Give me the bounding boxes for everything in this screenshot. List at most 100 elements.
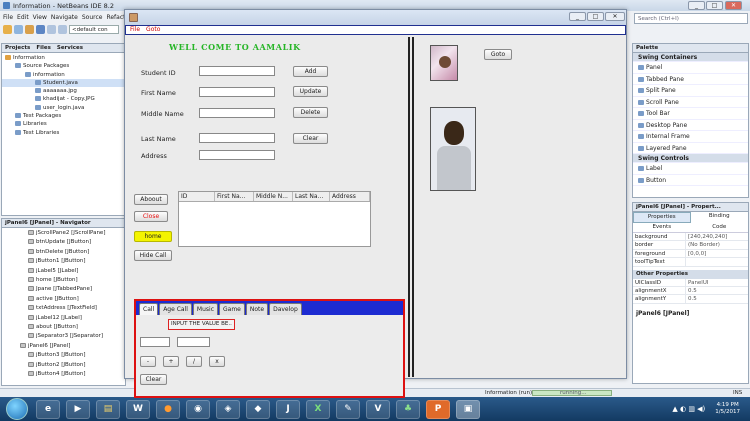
explorer-icon[interactable]: ▤ <box>96 399 120 419</box>
property-value[interactable]: 0.5 <box>685 286 748 295</box>
calc-op-button[interactable]: x <box>209 356 225 367</box>
tree-node[interactable]: Student.java <box>2 78 125 88</box>
navigator-item[interactable]: jButton2 [JButton] <box>2 361 125 370</box>
delete-button[interactable]: Delete <box>293 107 328 118</box>
about-button[interactable]: Aboout <box>134 194 168 205</box>
tab-services[interactable]: Services <box>57 45 83 51</box>
excel-icon[interactable]: X <box>306 399 330 419</box>
tree-node[interactable]: Test Packages <box>2 112 125 120</box>
app-close-button[interactable]: ✕ <box>605 12 625 21</box>
value-one-input[interactable] <box>140 337 170 347</box>
app-menu-file[interactable]: File <box>130 26 140 34</box>
navigator-item[interactable]: jButton3 [JButton] <box>2 351 125 360</box>
navigator-item[interactable]: jLabel5 [JLabel] <box>2 267 125 276</box>
middle-name-field[interactable] <box>199 108 275 118</box>
property-value[interactable]: 0.5 <box>685 295 748 303</box>
tree-node[interactable]: Test Libraries <box>2 129 125 137</box>
property-value[interactable]: [0,0,0] <box>685 249 748 258</box>
calc-op-button[interactable]: - <box>140 356 156 367</box>
tab-music[interactable]: Music <box>192 303 218 315</box>
tree-node[interactable]: user_login.java <box>2 104 125 112</box>
navigator-item[interactable]: home [JButton] <box>2 276 125 285</box>
ide-menu-view[interactable]: View <box>33 14 47 21</box>
media-icon[interactable]: ◉ <box>186 399 210 419</box>
property-row[interactable]: UIClassID PanelUI <box>633 278 748 287</box>
palette-item[interactable]: Tabbed Pane <box>633 74 748 85</box>
tree-node[interactable]: khadijat - Copy.JPG <box>2 95 125 103</box>
save-all-icon[interactable] <box>36 24 45 34</box>
ie-icon[interactable]: e <box>36 399 60 419</box>
value-two-input[interactable] <box>177 337 210 347</box>
open-project-icon[interactable] <box>25 24 34 34</box>
new-project-icon[interactable] <box>3 24 12 34</box>
navigator-item[interactable]: jSeparator3 [JSeparator] <box>2 332 125 341</box>
clear-button[interactable]: Clear <box>293 133 328 144</box>
paint-icon[interactable]: ✎ <box>336 399 360 419</box>
pdf-icon[interactable]: P <box>426 399 450 419</box>
tree-node[interactable]: information <box>2 71 125 79</box>
property-row[interactable]: foreground [0,0,0] <box>633 249 748 259</box>
calc-clear-button[interactable]: Clear <box>140 374 167 385</box>
palette-section-header[interactable]: Swing Controls <box>633 154 748 163</box>
table-column-header[interactable]: Address <box>330 192 370 201</box>
tree-node[interactable]: Information <box>2 54 125 62</box>
navigator-item[interactable]: jLabel12 [JLabel] <box>2 314 125 323</box>
address-field[interactable] <box>199 150 275 160</box>
tab-call[interactable]: Call <box>139 303 159 315</box>
navigator-item[interactable]: active [JButton] <box>2 295 125 304</box>
palette-item[interactable]: Panel <box>633 62 748 74</box>
property-row[interactable]: alignmentX 0.5 <box>633 286 748 296</box>
undo-icon[interactable] <box>47 24 56 34</box>
palette-item[interactable]: Button <box>633 175 748 186</box>
ide-menu-navigate[interactable]: Navigate <box>51 14 78 21</box>
palette-item[interactable]: Tool Bar <box>633 108 748 120</box>
last-name-field[interactable] <box>199 133 275 143</box>
ide-close-button[interactable]: ✕ <box>725 1 742 10</box>
property-value[interactable] <box>685 258 748 266</box>
add-button[interactable]: Add <box>293 66 328 77</box>
tab-age-call[interactable]: Age Call <box>159 303 192 315</box>
table-column-header[interactable]: ID <box>179 192 215 201</box>
table-column-header[interactable]: First Na... <box>215 192 254 201</box>
property-value[interactable]: [240,240,240] <box>685 233 748 241</box>
update-button[interactable]: Update <box>293 86 328 97</box>
navigator-item[interactable]: jButton1 [JButton] <box>2 257 125 266</box>
clock[interactable]: 4:19 PM 1/5/2017 <box>715 402 740 416</box>
tab-note[interactable]: Note <box>245 303 269 315</box>
property-row[interactable]: toolTipText <box>633 258 748 267</box>
tree-node[interactable]: aaaaaaa.jpg <box>2 87 125 95</box>
new-file-icon[interactable] <box>14 24 23 34</box>
start-button[interactable] <box>6 398 28 420</box>
ide-menu-file[interactable]: File <box>3 14 13 21</box>
table-column-header[interactable]: Middle N... <box>254 192 293 201</box>
hide-call-button[interactable]: Hide Call <box>134 250 172 261</box>
app-maximize-button[interactable]: □ <box>587 12 604 21</box>
navigator-item[interactable]: jPanel6 [JPanel] <box>2 342 125 351</box>
tree-node[interactable]: Libraries <box>2 120 125 128</box>
first-name-field[interactable] <box>199 87 275 97</box>
navigator-item[interactable]: Jpane [JTabbedPane] <box>2 285 125 294</box>
vb-icon[interactable]: V <box>366 399 390 419</box>
calc-op-button[interactable]: + <box>163 356 179 367</box>
palette-section-header[interactable]: Swing Containers <box>633 53 748 62</box>
palette-item[interactable]: Label <box>633 163 748 175</box>
prop-tab-events[interactable]: Events <box>633 223 691 232</box>
property-value[interactable]: (No Border) <box>685 241 748 249</box>
property-row[interactable]: alignmentY 0.5 <box>633 295 748 304</box>
navigator-item[interactable]: btnUpdate [JButton] <box>2 238 125 247</box>
navigator-item[interactable]: jButton4 [JButton] <box>2 370 125 379</box>
palette-item[interactable]: Internal Frame <box>633 131 748 143</box>
property-value[interactable]: PanelUI <box>685 278 748 286</box>
redo-icon[interactable] <box>58 24 67 34</box>
palette-item[interactable]: Desktop Pane <box>633 120 748 131</box>
app-minimize-button[interactable]: _ <box>569 12 586 21</box>
status-task[interactable]: Information (run) <box>485 390 532 396</box>
ide-search-input[interactable]: Search (Ctrl+I) <box>634 13 748 24</box>
netbeans-task-icon[interactable]: ▣ <box>456 399 480 419</box>
navigator-item[interactable]: btnDelete [JButton] <box>2 248 125 257</box>
close-button[interactable]: Close <box>134 211 168 222</box>
tray-icons[interactable]: ▲ ◐ ▥ ◀) <box>672 405 705 413</box>
property-row[interactable]: background [240,240,240] <box>633 233 748 242</box>
property-row[interactable]: border (No Border) <box>633 241 748 250</box>
table-column-header[interactable]: Last Na... <box>293 192 330 201</box>
